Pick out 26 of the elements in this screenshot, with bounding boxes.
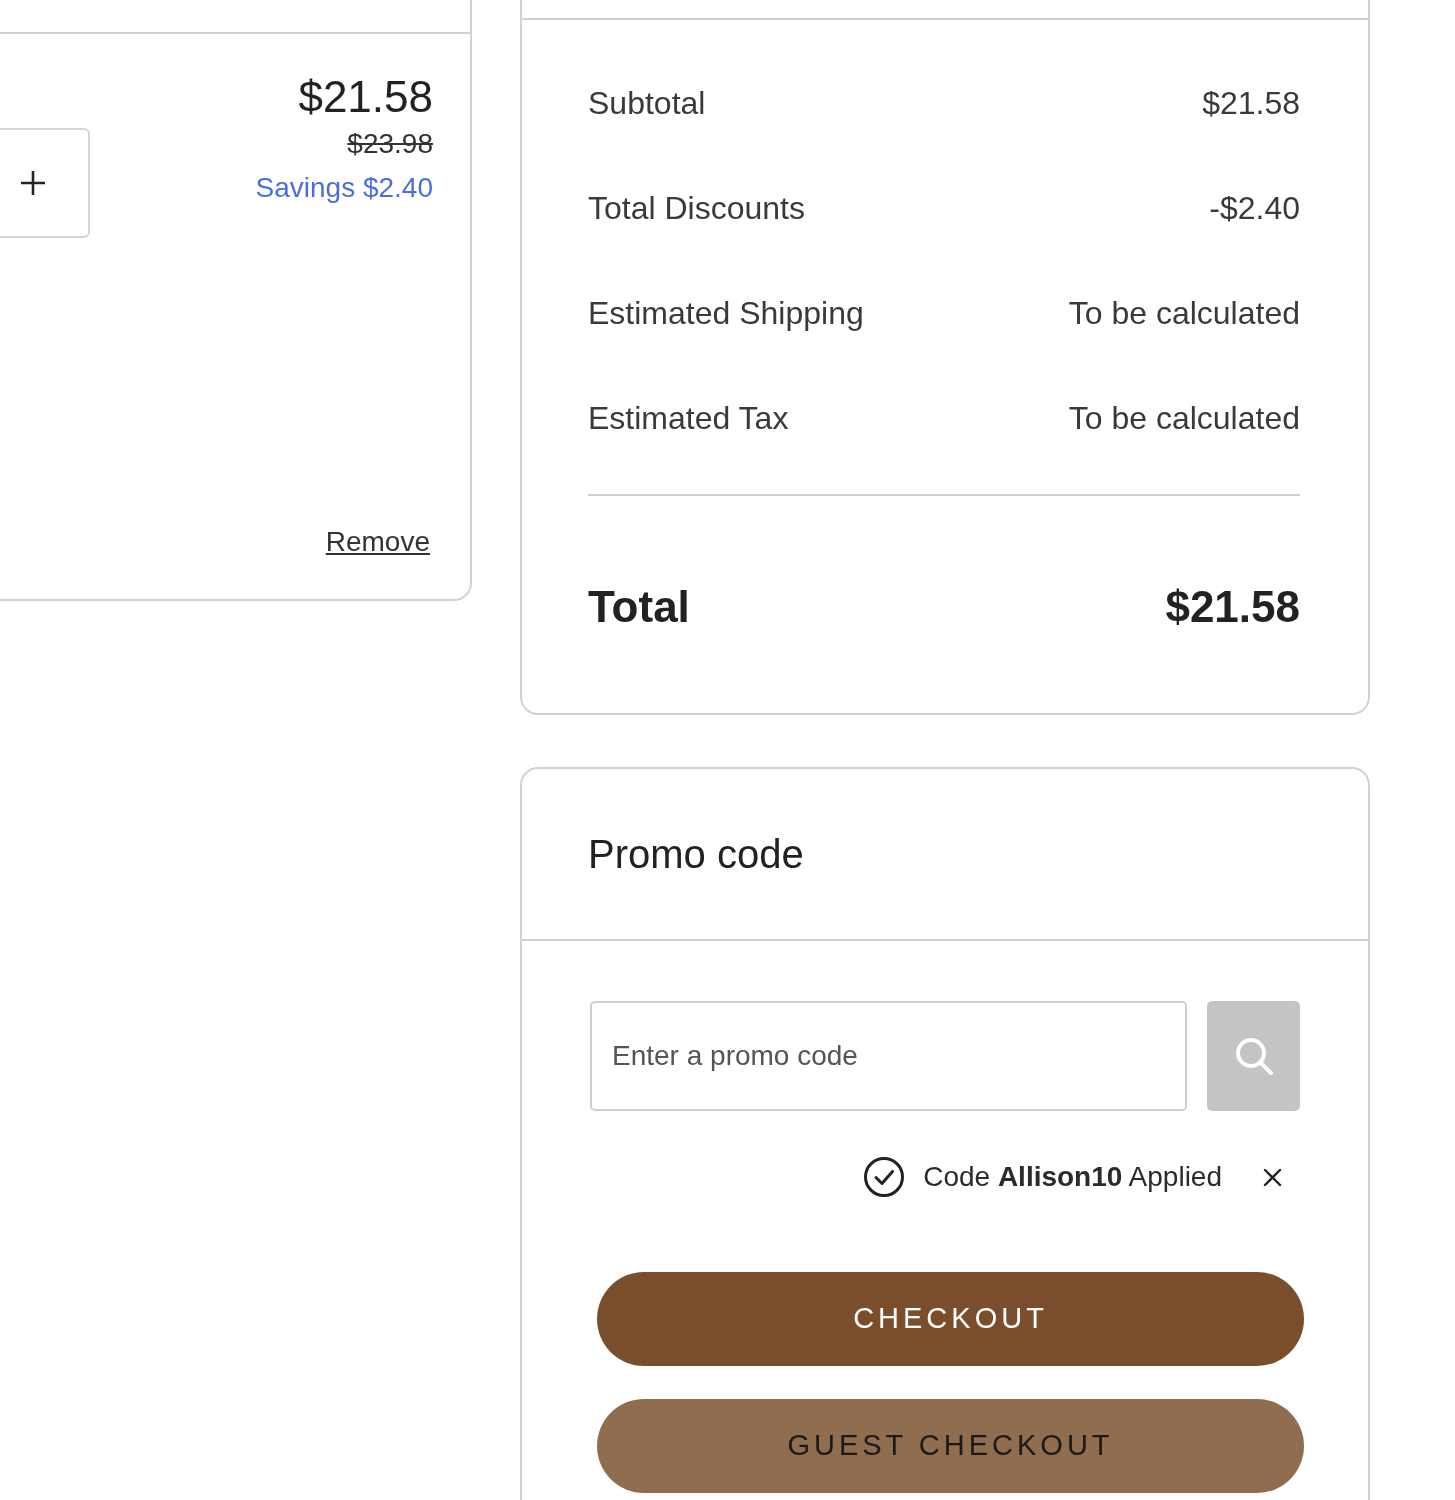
promo-code-input[interactable]: Enter a promo code <box>590 1001 1187 1111</box>
total-label: Total <box>588 581 690 633</box>
search-icon <box>1233 1036 1274 1076</box>
summary-value: To be calculated <box>1068 293 1300 333</box>
close-icon <box>1262 1166 1283 1188</box>
promo-applied-message: Code Allison10 Applied <box>923 1160 1222 1194</box>
guest-checkout-button[interactable]: GUEST CHECKOUT <box>597 1399 1304 1493</box>
remove-link[interactable]: Remove <box>325 522 430 562</box>
item-price: $21.58 <box>298 72 433 122</box>
summary-value: To be calculated <box>1068 398 1300 438</box>
total-value: $21.58 <box>1165 581 1300 633</box>
summary-label: Subtotal <box>588 83 706 123</box>
increase-quantity-button[interactable] <box>0 128 90 238</box>
original-price: $23.98 <box>347 127 433 161</box>
summary-value: $21.58 <box>1202 83 1300 123</box>
remove-promo-button[interactable] <box>1262 1166 1283 1188</box>
check-circle-icon <box>864 1157 905 1197</box>
plus-icon <box>20 170 46 196</box>
savings-text: Savings $2.40 <box>255 171 433 205</box>
summary-label: Estimated Shipping <box>588 293 864 333</box>
summary-value: -$2.40 <box>1209 188 1300 228</box>
search-button[interactable] <box>1207 1001 1300 1111</box>
checkout-button[interactable]: CHECKOUT <box>597 1272 1304 1366</box>
summary-label: Total Discounts <box>588 188 805 228</box>
promo-code-title: Promo code <box>588 831 804 878</box>
summary-label: Estimated Tax <box>588 398 789 438</box>
